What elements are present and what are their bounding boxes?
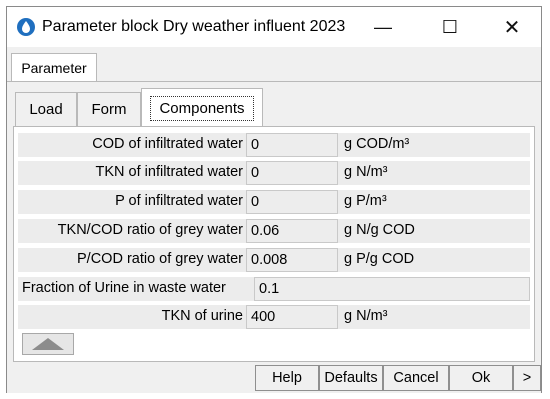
ok-button[interactable]: Ok (449, 365, 513, 391)
field-label: TKN of infiltrated water (95, 164, 243, 180)
help-button[interactable]: Help (255, 365, 319, 391)
field-unit: g P/m³ (344, 193, 387, 209)
defaults-button[interactable]: Defaults (319, 365, 383, 391)
close-icon: ✕ (503, 16, 521, 39)
window-title: Parameter block Dry weather influent 202… (42, 18, 346, 35)
field-unit: g COD/m³ (344, 136, 410, 152)
parameter-panel: Load Form Components COD of infiltrated … (7, 81, 541, 365)
cancel-button[interactable]: Cancel (383, 365, 449, 391)
scroll-up-button[interactable] (22, 333, 74, 355)
tab-form[interactable]: Form (77, 92, 141, 126)
tab-parameter-label: Parameter (21, 59, 87, 76)
field-label: Fraction of Urine in waste water (22, 280, 226, 296)
dialog-window: Parameter block Dry weather influent 202… (6, 6, 542, 393)
tab-components[interactable]: Components (141, 88, 263, 127)
title-bar: Parameter block Dry weather influent 202… (7, 7, 541, 47)
field-unit: g N/m³ (344, 308, 388, 324)
row-p-infiltrated: P of infiltrated water g P/m³ (18, 190, 530, 214)
maximize-icon: ☐ (441, 16, 459, 37)
tab-parameter[interactable]: Parameter (11, 53, 97, 81)
tab-load[interactable]: Load (15, 92, 77, 126)
minimize-button[interactable]: — (361, 13, 405, 41)
row-cod-infiltrated: COD of infiltrated water g COD/m³ (18, 133, 530, 157)
outer-tab-strip: Parameter (7, 47, 541, 83)
field-unit: g N/g COD (344, 222, 415, 238)
components-panel: COD of infiltrated water g COD/m³ TKN of… (13, 126, 535, 362)
tab-form-label: Form (91, 101, 127, 118)
more-button[interactable]: > (513, 365, 541, 391)
tab-load-label: Load (29, 101, 63, 118)
cod-infiltrated-input[interactable] (246, 133, 338, 157)
p-cod-ratio-input[interactable] (246, 248, 338, 272)
field-label: COD of infiltrated water (92, 136, 243, 152)
row-urine-fraction: Fraction of Urine in waste water (18, 277, 530, 301)
field-unit: g P/g COD (344, 251, 415, 267)
field-label: P of infiltrated water (115, 193, 243, 209)
triangle-up-icon (32, 338, 64, 350)
minimize-icon: — (374, 16, 392, 37)
tkn-infiltrated-input[interactable] (246, 161, 338, 185)
field-unit: g N/m³ (344, 164, 388, 180)
tkn-cod-ratio-input[interactable] (246, 219, 338, 243)
maximize-button[interactable]: ☐ (428, 13, 472, 41)
row-tkn-infiltrated: TKN of infiltrated water g N/m³ (18, 161, 530, 185)
tkn-urine-input[interactable] (246, 305, 338, 329)
urine-fraction-input[interactable] (254, 277, 530, 301)
close-button[interactable]: ✕ (490, 13, 534, 41)
row-tkn-cod-ratio: TKN/COD ratio of grey water g N/g COD (18, 219, 530, 243)
p-infiltrated-input[interactable] (246, 190, 338, 214)
field-label: TKN of urine (161, 308, 243, 324)
water-drop-icon (17, 18, 35, 36)
tab-components-label: Components (150, 95, 254, 121)
row-p-cod-ratio: P/COD ratio of grey water g P/g COD (18, 248, 530, 272)
field-label: P/COD ratio of grey water (77, 251, 243, 267)
field-label: TKN/COD ratio of grey water (57, 222, 243, 238)
row-tkn-urine: TKN of urine g N/m³ (18, 305, 530, 329)
button-bar: Help Defaults Cancel Ok > (7, 363, 541, 393)
